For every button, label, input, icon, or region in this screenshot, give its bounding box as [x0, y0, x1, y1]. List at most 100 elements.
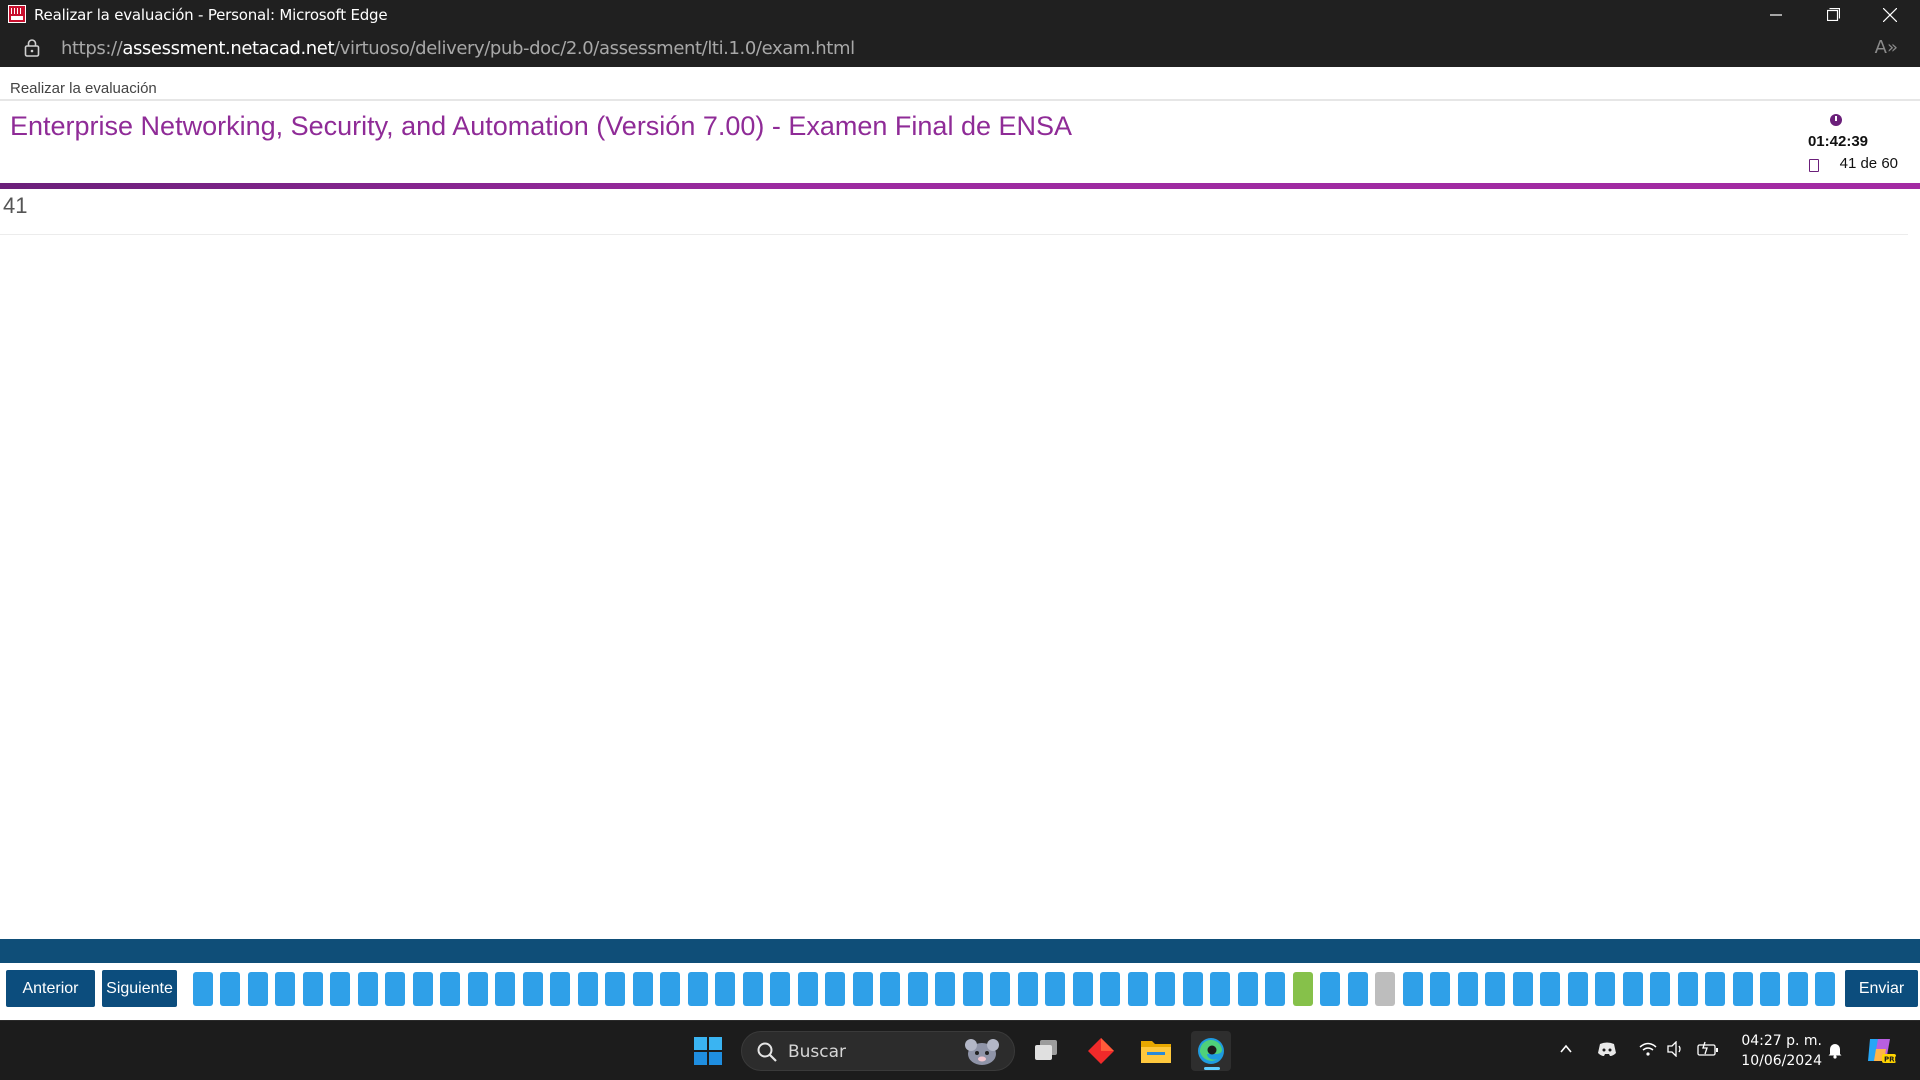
question-box-57[interactable] — [1733, 972, 1753, 1006]
url-path: /virtuoso/delivery/pub-doc/2.0/assessmen… — [334, 38, 855, 59]
question-box-1[interactable] — [193, 972, 213, 1006]
question-box-39[interactable] — [1238, 972, 1258, 1006]
question-box-10[interactable] — [440, 972, 460, 1006]
copilot-icon[interactable]: PRE — [1864, 1035, 1900, 1068]
question-box-20[interactable] — [715, 972, 735, 1006]
next-button[interactable]: Siguiente — [102, 970, 177, 1007]
question-box-25[interactable] — [853, 972, 873, 1006]
question-box-29[interactable] — [963, 972, 983, 1006]
question-box-28[interactable] — [935, 972, 955, 1006]
close-button[interactable] — [1862, 0, 1918, 29]
read-aloud-icon[interactable]: A» — [1875, 37, 1898, 58]
question-box-44[interactable] — [1375, 972, 1395, 1006]
question-box-6[interactable] — [330, 972, 350, 1006]
windows-start-icon[interactable] — [688, 1031, 728, 1071]
question-box-59[interactable] — [1788, 972, 1808, 1006]
search-highlight-icon — [958, 1036, 1004, 1068]
question-box-36[interactable] — [1155, 972, 1175, 1006]
question-box-23[interactable] — [798, 972, 818, 1006]
question-box-58[interactable] — [1760, 972, 1780, 1006]
file-explorer-icon[interactable] — [1136, 1031, 1176, 1071]
question-box-18[interactable] — [660, 972, 680, 1006]
question-box-30[interactable] — [990, 972, 1010, 1006]
question-box-8[interactable] — [385, 972, 405, 1006]
question-box-21[interactable] — [743, 972, 763, 1006]
submit-button[interactable]: Enviar — [1845, 970, 1918, 1007]
taskbar-search-box[interactable]: Buscar — [741, 1031, 1015, 1071]
question-box-38[interactable] — [1210, 972, 1230, 1006]
question-box-55[interactable] — [1678, 972, 1698, 1006]
battery-icon[interactable] — [1697, 1041, 1719, 1060]
navigation-strip — [0, 939, 1920, 963]
question-box-48[interactable] — [1485, 972, 1505, 1006]
question-box-27[interactable] — [908, 972, 928, 1006]
question-box-12[interactable] — [495, 972, 515, 1006]
browser-title-bar: Realizar la evaluación - Personal: Micro… — [0, 0, 1920, 29]
question-box-11[interactable] — [468, 972, 488, 1006]
question-box-15[interactable] — [578, 972, 598, 1006]
question-box-3[interactable] — [248, 972, 268, 1006]
chevron-up-icon[interactable] — [1558, 1041, 1574, 1060]
document-icon — [1809, 159, 1819, 172]
cisco-app-icon — [8, 5, 26, 23]
question-box-60[interactable] — [1815, 972, 1835, 1006]
question-box-17[interactable] — [633, 972, 653, 1006]
question-box-2[interactable] — [220, 972, 240, 1006]
question-box-14[interactable] — [550, 972, 570, 1006]
question-box-47[interactable] — [1458, 972, 1478, 1006]
question-box-5[interactable] — [303, 972, 323, 1006]
question-box-43[interactable] — [1348, 972, 1368, 1006]
wifi-icon[interactable] — [1639, 1041, 1657, 1060]
question-box-24[interactable] — [825, 972, 845, 1006]
volume-icon[interactable] — [1667, 1040, 1685, 1060]
edge-icon[interactable] — [1191, 1031, 1231, 1071]
previous-button[interactable]: Anterior — [6, 970, 95, 1007]
question-box-45[interactable] — [1403, 972, 1423, 1006]
header-divider — [0, 99, 1920, 101]
windows-taskbar: Buscar 04:27 p. m. 10/06/2024 PRE — [0, 1020, 1920, 1080]
question-box-4[interactable] — [275, 972, 295, 1006]
question-box-56[interactable] — [1705, 972, 1725, 1006]
question-box-34[interactable] — [1100, 972, 1120, 1006]
question-box-54[interactable] — [1650, 972, 1670, 1006]
address-bar[interactable]: https://assessment.netacad.net/virtuoso/… — [0, 29, 1920, 67]
question-box-35[interactable] — [1128, 972, 1148, 1006]
question-box-51[interactable] — [1568, 972, 1588, 1006]
red-app-icon[interactable] — [1081, 1031, 1121, 1071]
question-box-37[interactable] — [1183, 972, 1203, 1006]
question-box-7[interactable] — [358, 972, 378, 1006]
system-clock[interactable]: 04:27 p. m. 10/06/2024 — [1728, 1031, 1822, 1071]
question-box-52[interactable] — [1595, 972, 1615, 1006]
question-number: 41 — [3, 193, 28, 218]
question-box-31[interactable] — [1018, 972, 1038, 1006]
discord-icon[interactable] — [1597, 1041, 1617, 1060]
clock-date: 10/06/2024 — [1741, 1053, 1822, 1069]
notification-bell-icon[interactable] — [1826, 1041, 1844, 1062]
question-box-49[interactable] — [1513, 972, 1533, 1006]
restore-button[interactable] — [1805, 0, 1861, 29]
question-box-9[interactable] — [413, 972, 433, 1006]
question-box-16[interactable] — [605, 972, 625, 1006]
question-box-50[interactable] — [1540, 972, 1560, 1006]
page-title: Enterprise Networking, Security, and Aut… — [10, 111, 1073, 141]
question-box-32[interactable] — [1045, 972, 1065, 1006]
question-box-19[interactable] — [688, 972, 708, 1006]
breadcrumb: Realizar la evaluación — [10, 80, 157, 97]
question-box-22[interactable] — [770, 972, 790, 1006]
question-box-13[interactable] — [523, 972, 543, 1006]
url-text[interactable]: https://assessment.netacad.net/virtuoso/… — [61, 38, 855, 59]
question-box-53[interactable] — [1623, 972, 1643, 1006]
question-box-33[interactable] — [1073, 972, 1093, 1006]
question-box-42[interactable] — [1320, 972, 1340, 1006]
question-divider — [0, 234, 1908, 235]
question-box-26[interactable] — [880, 972, 900, 1006]
url-host: assessment.netacad.net — [122, 38, 335, 59]
question-box-41[interactable] — [1293, 972, 1313, 1006]
minimize-button[interactable] — [1748, 0, 1804, 29]
header-accent-bar — [0, 183, 1920, 189]
task-view-icon[interactable] — [1026, 1031, 1066, 1071]
search-placeholder: Buscar — [788, 1042, 847, 1062]
question-box-46[interactable] — [1430, 972, 1450, 1006]
question-box-40[interactable] — [1265, 972, 1285, 1006]
lock-icon[interactable] — [24, 38, 40, 63]
